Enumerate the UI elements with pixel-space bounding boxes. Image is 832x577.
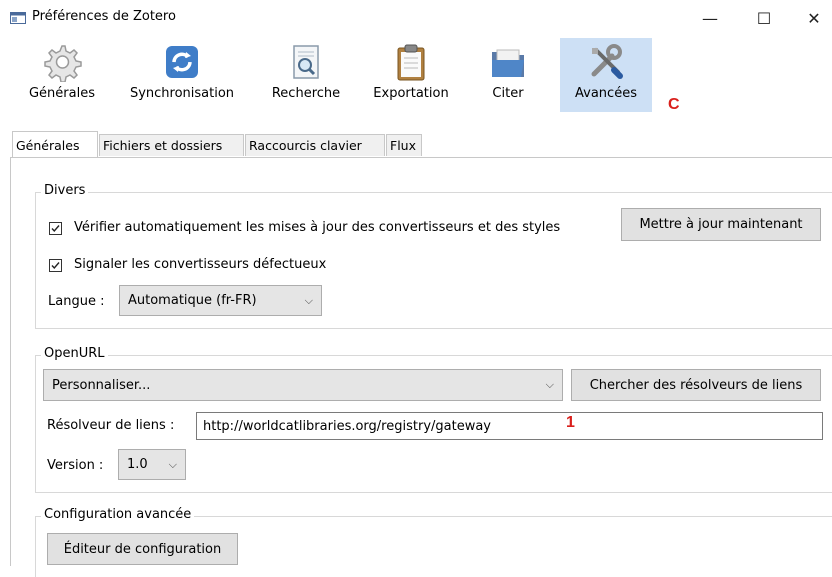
report-translators-label: Signaler les convertisseurs défectueux: [74, 257, 327, 272]
tab-generales[interactable]: Générales: [12, 131, 98, 158]
clipboard-icon: [397, 44, 425, 81]
update-now-button[interactable]: Mettre à jour maintenant: [621, 208, 821, 241]
find-resolvers-button[interactable]: Chercher des résolveurs de liens: [571, 369, 821, 401]
toolbar-recherche[interactable]: Recherche: [262, 38, 350, 112]
maximize-button[interactable]: ☐: [742, 4, 786, 32]
folder-icon: [492, 49, 524, 77]
toolbar-synchronisation[interactable]: Synchronisation: [112, 38, 252, 112]
language-select[interactable]: Automatique (fr-FR) ⌵: [119, 285, 322, 316]
tab-label: Raccourcis clavier: [249, 138, 362, 153]
annotation-1: 1: [566, 414, 575, 431]
resolver-label: Résolveur de liens :: [47, 418, 175, 433]
toolbar-generales[interactable]: Générales: [18, 38, 106, 112]
input-value: http://worldcatlibraries.org/registry/ga…: [203, 418, 491, 434]
window-title: Préférences de Zotero: [32, 9, 176, 24]
chevron-down-icon: ⌵: [304, 293, 313, 307]
tab-divider: [10, 157, 832, 158]
tab-flux[interactable]: Flux: [386, 134, 422, 156]
language-label: Langue :: [48, 294, 105, 309]
tab-fichiers-et-dossiers[interactable]: Fichiers et dossiers: [99, 134, 244, 156]
close-icon: ✕: [807, 8, 821, 28]
report-translators-checkbox[interactable]: [49, 259, 62, 272]
preferences-toolbar: Générales Synchronisation Recherche Expo…: [0, 36, 832, 116]
divers-legend: Divers: [41, 183, 89, 198]
toolbar-label: Synchronisation: [129, 86, 235, 101]
tools-icon: [591, 44, 623, 79]
tab-label: Générales: [16, 137, 80, 153]
app-icon: [10, 12, 26, 24]
button-label: Éditeur de configuration: [63, 541, 222, 557]
minimize-icon: —: [702, 8, 718, 28]
chevron-down-icon: ⌵: [545, 378, 554, 391]
sync-icon: [166, 46, 198, 78]
toolbar-label: Générales: [28, 86, 95, 101]
toolbar-label: Citer: [492, 86, 524, 101]
version-label: Version :: [47, 458, 104, 473]
toolbar-avancees[interactable]: Avancées: [560, 38, 652, 112]
openurl-legend: OpenURL: [41, 346, 108, 361]
resolver-select[interactable]: Personnaliser... ⌵: [43, 369, 563, 401]
checkmark-icon: [51, 262, 60, 270]
minimize-button[interactable]: —: [688, 4, 732, 32]
close-button[interactable]: ✕: [796, 4, 832, 32]
tab-label: Flux: [390, 138, 416, 153]
toolbar-exportation[interactable]: Exportation: [362, 38, 460, 112]
maximize-icon: ☐: [756, 8, 772, 28]
select-value: Personnaliser...: [52, 377, 151, 393]
tab-label: Fichiers et dossiers: [103, 138, 223, 153]
auto-update-checkbox[interactable]: [49, 222, 62, 235]
title-bar: Préférences de Zotero — ☐ ✕: [0, 0, 832, 36]
toolbar-citer[interactable]: Citer: [472, 38, 544, 112]
toolbar-label: Avancées: [575, 86, 637, 101]
tab-raccourcis-clavier[interactable]: Raccourcis clavier: [245, 134, 385, 156]
select-value: Automatique (fr-FR): [128, 293, 257, 308]
search-document-icon: [293, 45, 319, 79]
checkmark-icon: [51, 225, 60, 233]
button-label: Mettre à jour maintenant: [639, 217, 803, 232]
button-label: Chercher des résolveurs de liens: [589, 377, 803, 393]
toolbar-label: Exportation: [373, 86, 449, 101]
config-editor-button[interactable]: Éditeur de configuration: [47, 533, 238, 565]
advanced-config-legend: Configuration avancée: [41, 507, 195, 522]
chevron-down-icon: ⌵: [168, 457, 177, 471]
version-select[interactable]: 1.0 ⌵: [118, 449, 186, 480]
auto-update-label: Vérifier automatiquement les mises à jou…: [74, 220, 561, 235]
gear-icon: [44, 45, 82, 82]
annotation-c: C: [668, 96, 680, 113]
toolbar-label: Recherche: [271, 86, 341, 101]
resolver-url-input[interactable]: http://worldcatlibraries.org/registry/ga…: [196, 412, 823, 440]
select-value: 1.0: [127, 457, 148, 472]
